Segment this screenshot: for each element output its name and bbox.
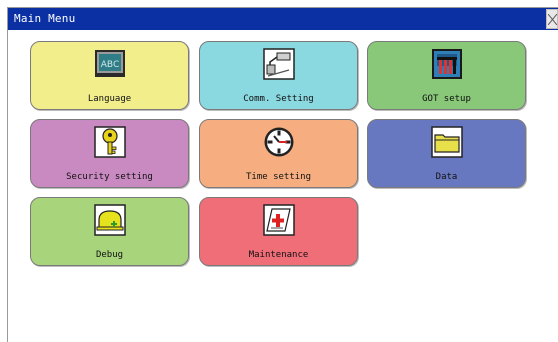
menu-item-language[interactable]: ABC Language: [30, 41, 189, 110]
menu-item-label: Security setting: [66, 172, 153, 182]
key-icon: [94, 126, 126, 158]
menu-item-label: Maintenance: [248, 250, 309, 260]
close-icon: [548, 14, 557, 25]
first-aid-document-icon: [263, 204, 295, 236]
menu-item-label: Debug: [95, 250, 124, 260]
menu-item-maintenance[interactable]: Maintenance: [199, 197, 358, 266]
folder-icon: [431, 126, 463, 158]
menu-item-data[interactable]: Data: [367, 119, 526, 188]
menu-item-comm-setting[interactable]: Comm. Setting: [199, 41, 358, 110]
window-title: Main Menu: [14, 12, 76, 25]
menu-item-got-setup[interactable]: GOT setup: [367, 41, 526, 110]
helmet-icon: [94, 204, 126, 236]
got-panel-icon: [432, 49, 462, 79]
abc-screen-icon: ABC: [95, 50, 125, 77]
menu-item-label: Comm. Setting: [243, 94, 314, 104]
menu-item-label: Language: [87, 94, 132, 104]
menu-item-label: Time setting: [245, 172, 312, 182]
menu-item-security-setting[interactable]: Security setting: [30, 119, 189, 188]
svg-text:ABC: ABC: [101, 60, 119, 70]
menu-item-label: Data: [435, 172, 458, 182]
cable-connector-icon: [263, 48, 295, 80]
title-bar: Main Menu: [8, 8, 558, 30]
close-button[interactable]: [546, 9, 558, 29]
menu-item-time-setting[interactable]: Time setting: [199, 119, 358, 188]
menu-item-debug[interactable]: Debug: [30, 197, 189, 266]
clock-icon: [264, 127, 294, 157]
menu-item-label: GOT setup: [422, 94, 471, 104]
